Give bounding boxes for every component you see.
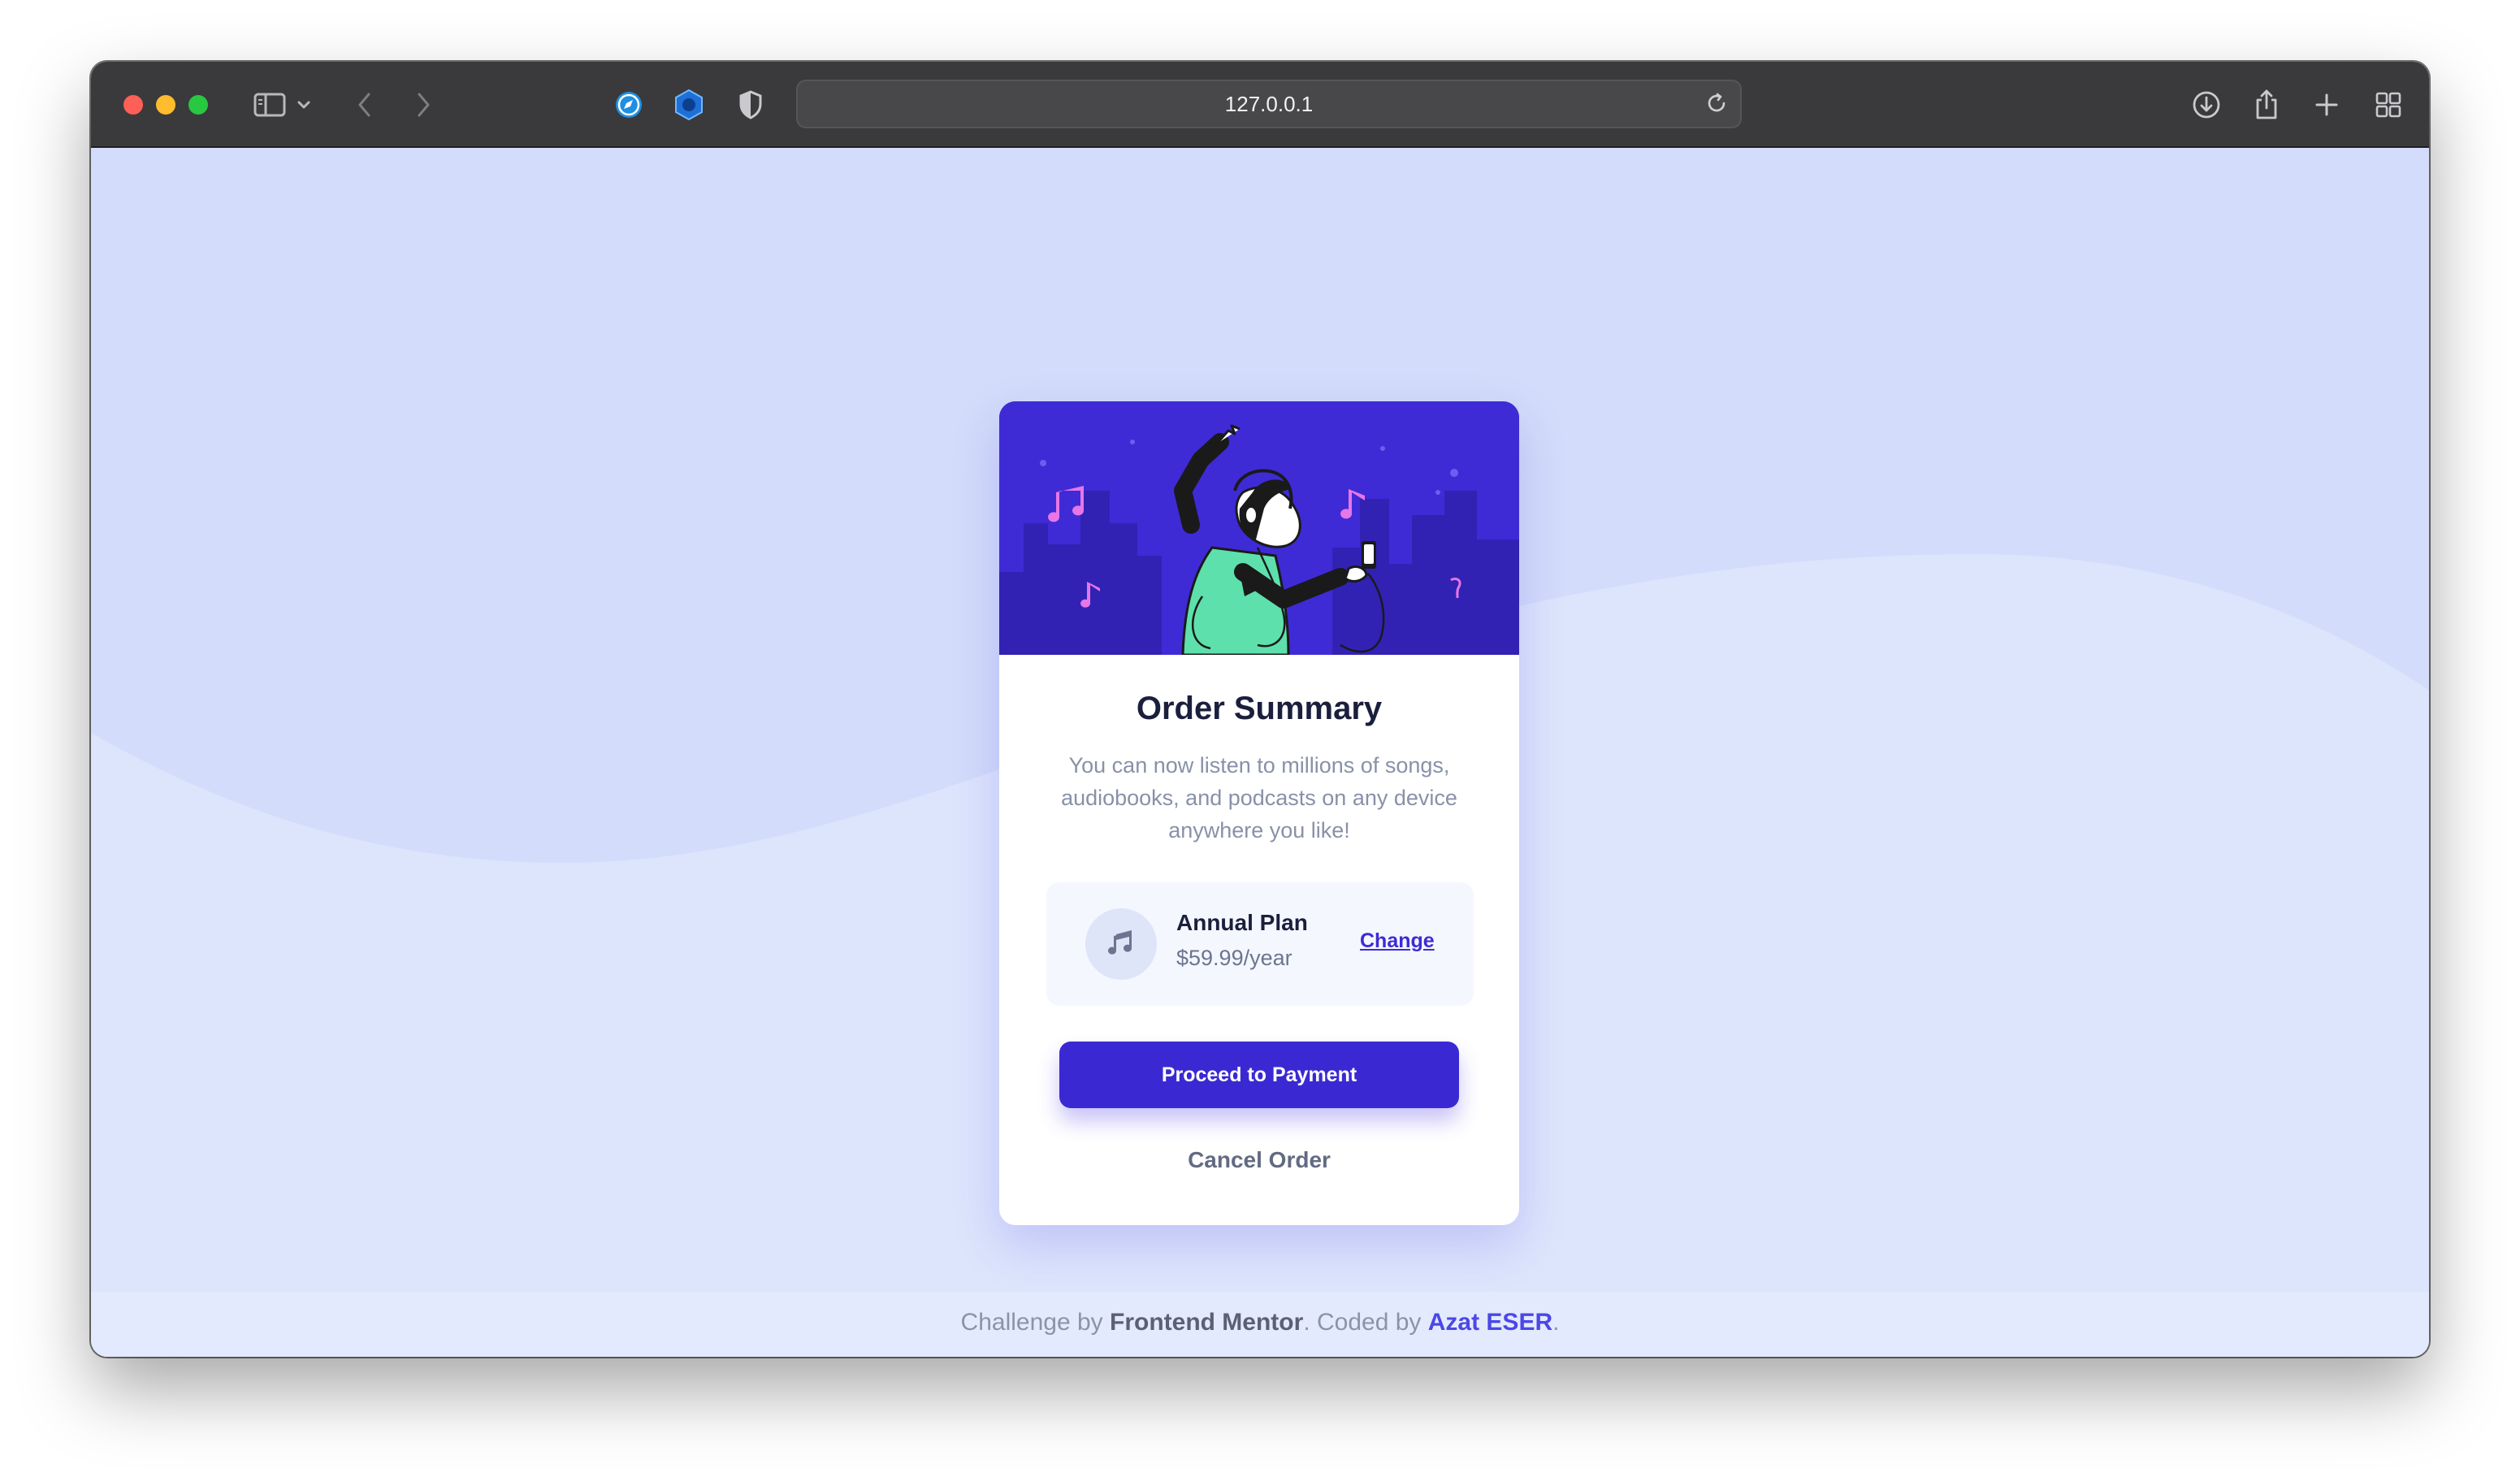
footer-prefix: Challenge by [960,1309,1110,1336]
zoom-window-button[interactable] [188,95,208,115]
url-text: 127.0.0.1 [1224,92,1314,116]
download-icon[interactable] [2187,62,2226,148]
browser-toolbar: 127.0.0.1 [91,62,2429,148]
frontend-mentor-link[interactable]: Frontend Mentor [1110,1309,1303,1336]
forward-arrow-icon[interactable] [411,62,435,148]
hero-illustration [999,401,1519,655]
author-link[interactable]: Azat ESER [1428,1309,1552,1336]
chevron-down-icon[interactable] [294,62,314,148]
plus-icon[interactable] [2307,62,2346,148]
page-title: Order Summary [1136,691,1383,726]
reload-icon[interactable] [1704,91,1729,119]
cancel-order-button[interactable]: Cancel Order [1059,1136,1459,1185]
attribution-footer: Challenge by Frontend Mentor. Coded by A… [91,1292,2429,1357]
shield-extension-icon[interactable] [734,62,767,148]
close-window-button[interactable] [123,95,143,115]
minimize-window-button[interactable] [156,95,175,115]
music-note-icon [1085,908,1157,980]
browser-window: 127.0.0.1 Order Summary You can now list… [91,62,2429,1357]
proceed-to-payment-button[interactable]: Proceed to Payment [1059,1042,1459,1108]
plan-summary: Annual Plan $59.99/year Change [1046,882,1474,1006]
compass-extension-icon[interactable] [611,62,647,148]
share-icon[interactable] [2247,62,2286,148]
back-arrow-icon[interactable] [353,62,377,148]
address-bar[interactable]: 127.0.0.1 [796,80,1742,128]
change-plan-link[interactable]: Change [1360,929,1435,953]
card-description: You can now listen to millions of songs,… [1061,753,1457,842]
hex-extension-icon[interactable] [671,62,707,148]
footer-middle: . Coded by [1303,1309,1428,1336]
tab-overview-icon[interactable] [2369,62,2408,148]
footer-suffix: . [1552,1309,1560,1336]
sidebar-icon[interactable] [250,62,289,148]
plan-price: $59.99/year [1176,946,1292,970]
order-summary-card: Order Summary You can now listen to mill… [999,401,1519,1225]
page-viewport: Order Summary You can now listen to mill… [91,148,2429,1357]
plan-name: Annual Plan [1176,910,1308,935]
